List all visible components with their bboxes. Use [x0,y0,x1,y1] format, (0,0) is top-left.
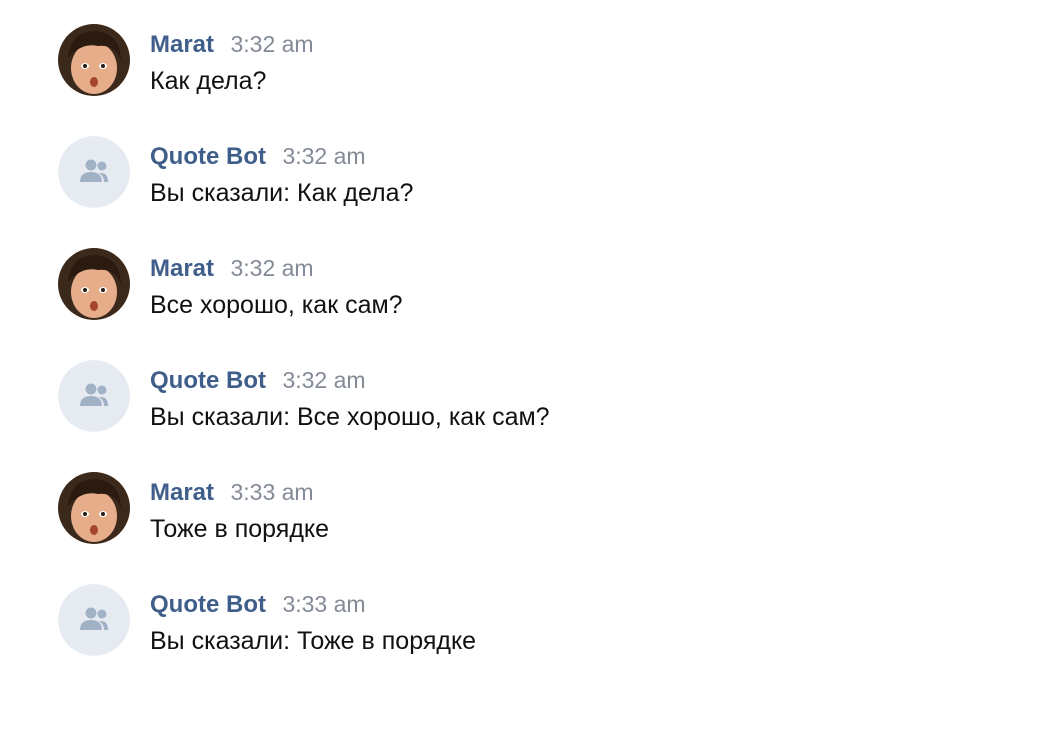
message-author[interactable]: Marat [150,255,214,282]
message-item: Marat 3:33 am Тоже в порядке [58,472,1038,584]
message-time: 3:32 am [230,255,314,281]
message-text: Тоже в порядке [150,515,330,543]
message-author[interactable]: Quote Bot [150,143,266,170]
message-author[interactable]: Marat [150,479,214,506]
message-list: Marat 3:32 am Как дела? Quote Bot 3:32 a… [58,24,1038,696]
message-author[interactable]: Marat [150,31,214,58]
message-item: Marat 3:32 am Как дела? [58,24,1038,136]
message-time: 3:32 am [282,367,366,393]
message-text: Вы сказали: Тоже в порядке [150,627,477,655]
message-item: Quote Bot 3:32 am Вы сказали: Как дела? [58,136,1038,248]
message-time: 3:32 am [282,143,366,169]
message-item: Quote Bot 3:33 am Вы сказали: Тоже в пор… [58,584,1038,696]
message-author[interactable]: Quote Bot [150,591,266,618]
group-icon[interactable] [58,360,130,432]
message-text: Вы сказали: Как дела? [150,179,414,207]
user-avatar[interactable] [58,248,130,320]
user-avatar[interactable] [58,472,130,544]
user-avatar[interactable] [58,24,130,96]
message-time: 3:33 am [230,479,314,505]
message-author[interactable]: Quote Bot [150,367,266,394]
group-icon[interactable] [58,136,130,208]
message-text: Все хорошо, как сам? [150,291,403,319]
message-time: 3:33 am [282,591,366,617]
group-icon[interactable] [58,584,130,656]
message-item: Marat 3:32 am Все хорошо, как сам? [58,248,1038,360]
message-text: Как дела? [150,67,267,95]
message-time: 3:32 am [230,31,314,57]
message-text: Вы сказали: Все хорошо, как сам? [150,403,550,431]
message-item: Quote Bot 3:32 am Вы сказали: Все хорошо… [58,360,1038,472]
